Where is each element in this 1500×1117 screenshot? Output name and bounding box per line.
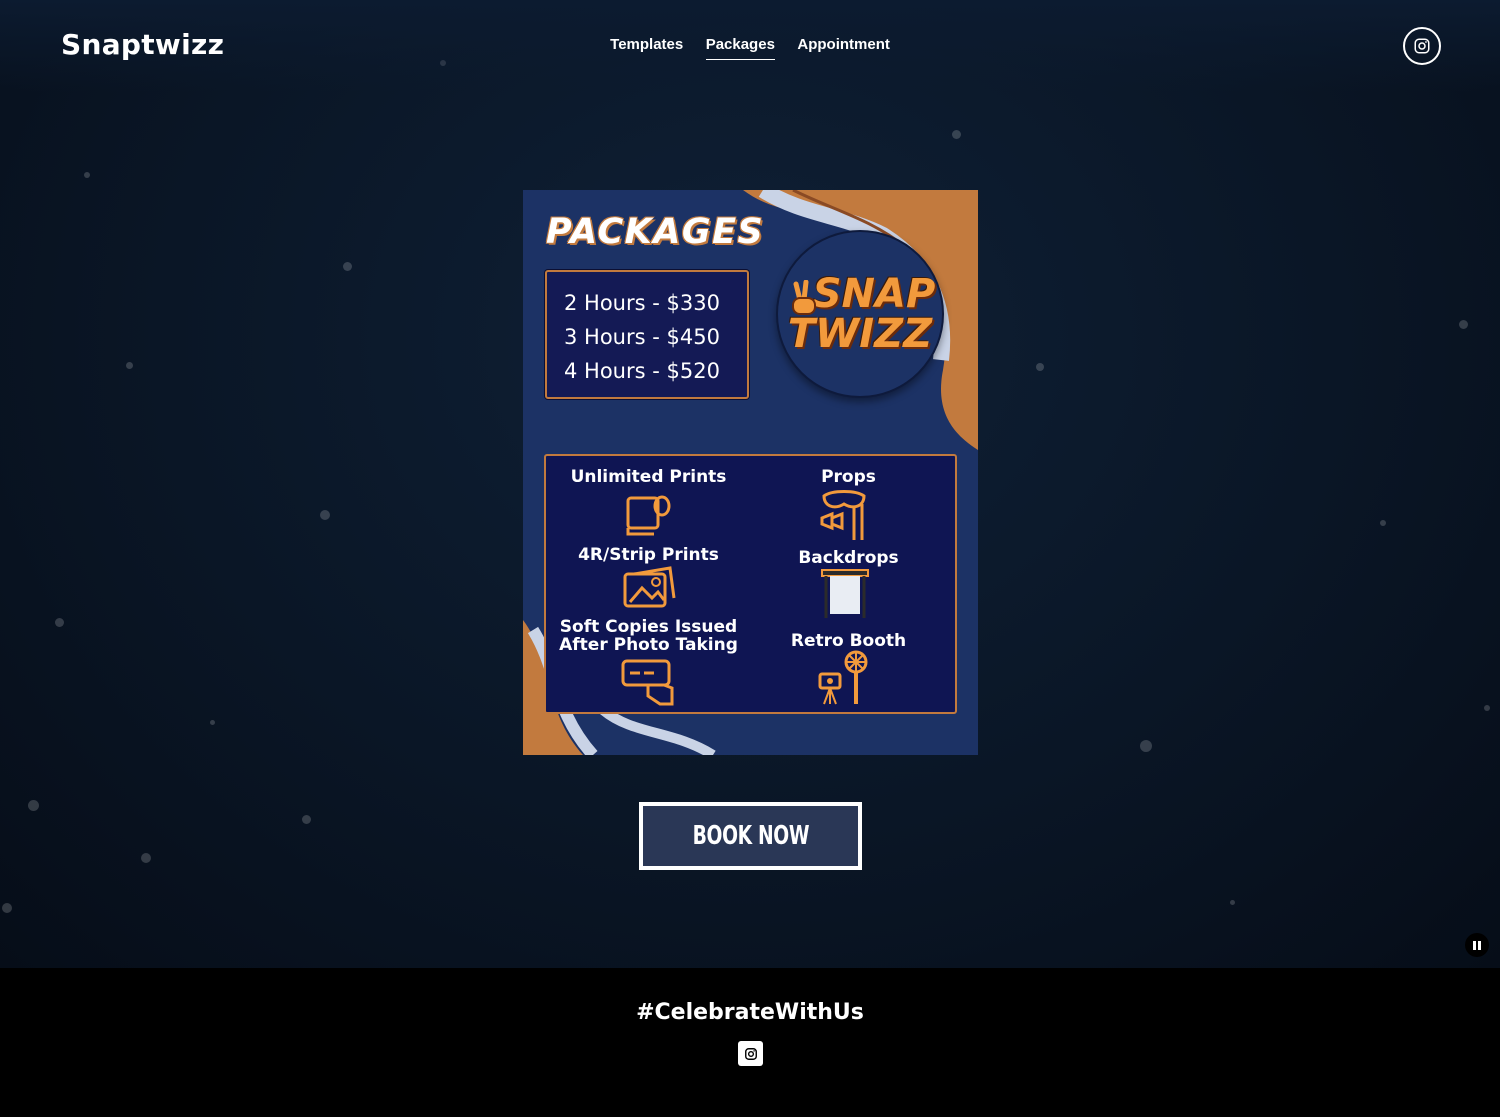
backdrop-icon <box>821 569 869 618</box>
book-now-button[interactable]: BOOK NOW <box>639 802 862 870</box>
main-nav: Templates Packages Appointment <box>0 36 1500 60</box>
background-dot <box>1036 363 1044 371</box>
phone-hand-icon <box>621 659 674 706</box>
brand-badge: SNAP TWIZZ <box>776 230 944 398</box>
background-dot <box>1484 705 1490 711</box>
peace-hand-icon <box>792 280 816 315</box>
background-dot <box>1140 740 1152 752</box>
background-dot <box>1380 520 1386 526</box>
nav-templates[interactable]: Templates <box>610 36 683 59</box>
background-dot <box>320 510 330 520</box>
print-roll-icon <box>626 495 671 536</box>
price-4-hours: 4 Hours - $520 <box>564 359 720 383</box>
hero-section: Snaptwizz Templates Packages Appointment… <box>0 0 1500 968</box>
feature-backdrops: Backdrops <box>798 548 899 568</box>
flyer-title: PACKAGES <box>546 212 765 252</box>
background-dot <box>126 362 133 369</box>
background-dot <box>55 618 64 627</box>
pause-icon-bar <box>1478 940 1481 950</box>
nav-appointment[interactable]: Appointment <box>797 36 889 59</box>
book-now-label: BOOK NOW <box>692 821 809 851</box>
background-dot <box>343 262 352 271</box>
feature-4r-strip-prints: 4R/Strip Prints <box>578 545 719 565</box>
footer-instagram-link[interactable] <box>738 1041 763 1066</box>
feature-retro-booth: Retro Booth <box>790 631 907 651</box>
site-header: Snaptwizz Templates Packages Appointment <box>0 0 1500 92</box>
instagram-icon <box>744 1047 757 1060</box>
feature-unlimited-prints: Unlimited Prints <box>570 467 727 487</box>
pause-icon <box>1473 940 1476 950</box>
background-dot <box>1230 900 1235 905</box>
background-dot <box>84 172 90 178</box>
price-list: 2 Hours - $330 3 Hours - $450 4 Hours - … <box>545 270 749 399</box>
mask-props-icon <box>820 490 866 540</box>
brand-line-2: TWIZZ <box>787 311 933 357</box>
feature-props: Props <box>821 467 876 487</box>
background-dot <box>28 800 39 811</box>
background-dot <box>302 815 311 824</box>
background-dot <box>2 903 12 913</box>
background-dot <box>1459 320 1468 329</box>
brand-line-1: SNAP <box>812 271 936 317</box>
instagram-icon <box>1414 38 1430 54</box>
price-3-hours: 3 Hours - $450 <box>564 325 720 349</box>
price-2-hours: 2 Hours - $330 <box>564 291 720 315</box>
feature-soft-copies: Soft Copies Issued After Photo Taking <box>559 617 738 655</box>
footer-hashtag: #CelebrateWithUs <box>636 1000 864 1025</box>
instagram-link[interactable] <box>1403 27 1441 65</box>
background-dot <box>952 130 961 139</box>
pause-button[interactable] <box>1465 933 1489 957</box>
camera-light-icon <box>818 650 868 705</box>
background-dot <box>141 853 151 863</box>
photo-icon <box>623 566 676 608</box>
background-dot <box>210 720 215 725</box>
features-panel: Unlimited Prints 4R/Strip Prints Soft Co… <box>544 454 957 714</box>
nav-packages[interactable]: Packages <box>705 36 775 60</box>
packages-flyer: PACKAGES 2 Hours - $330 3 Hours - $450 4… <box>523 190 978 755</box>
